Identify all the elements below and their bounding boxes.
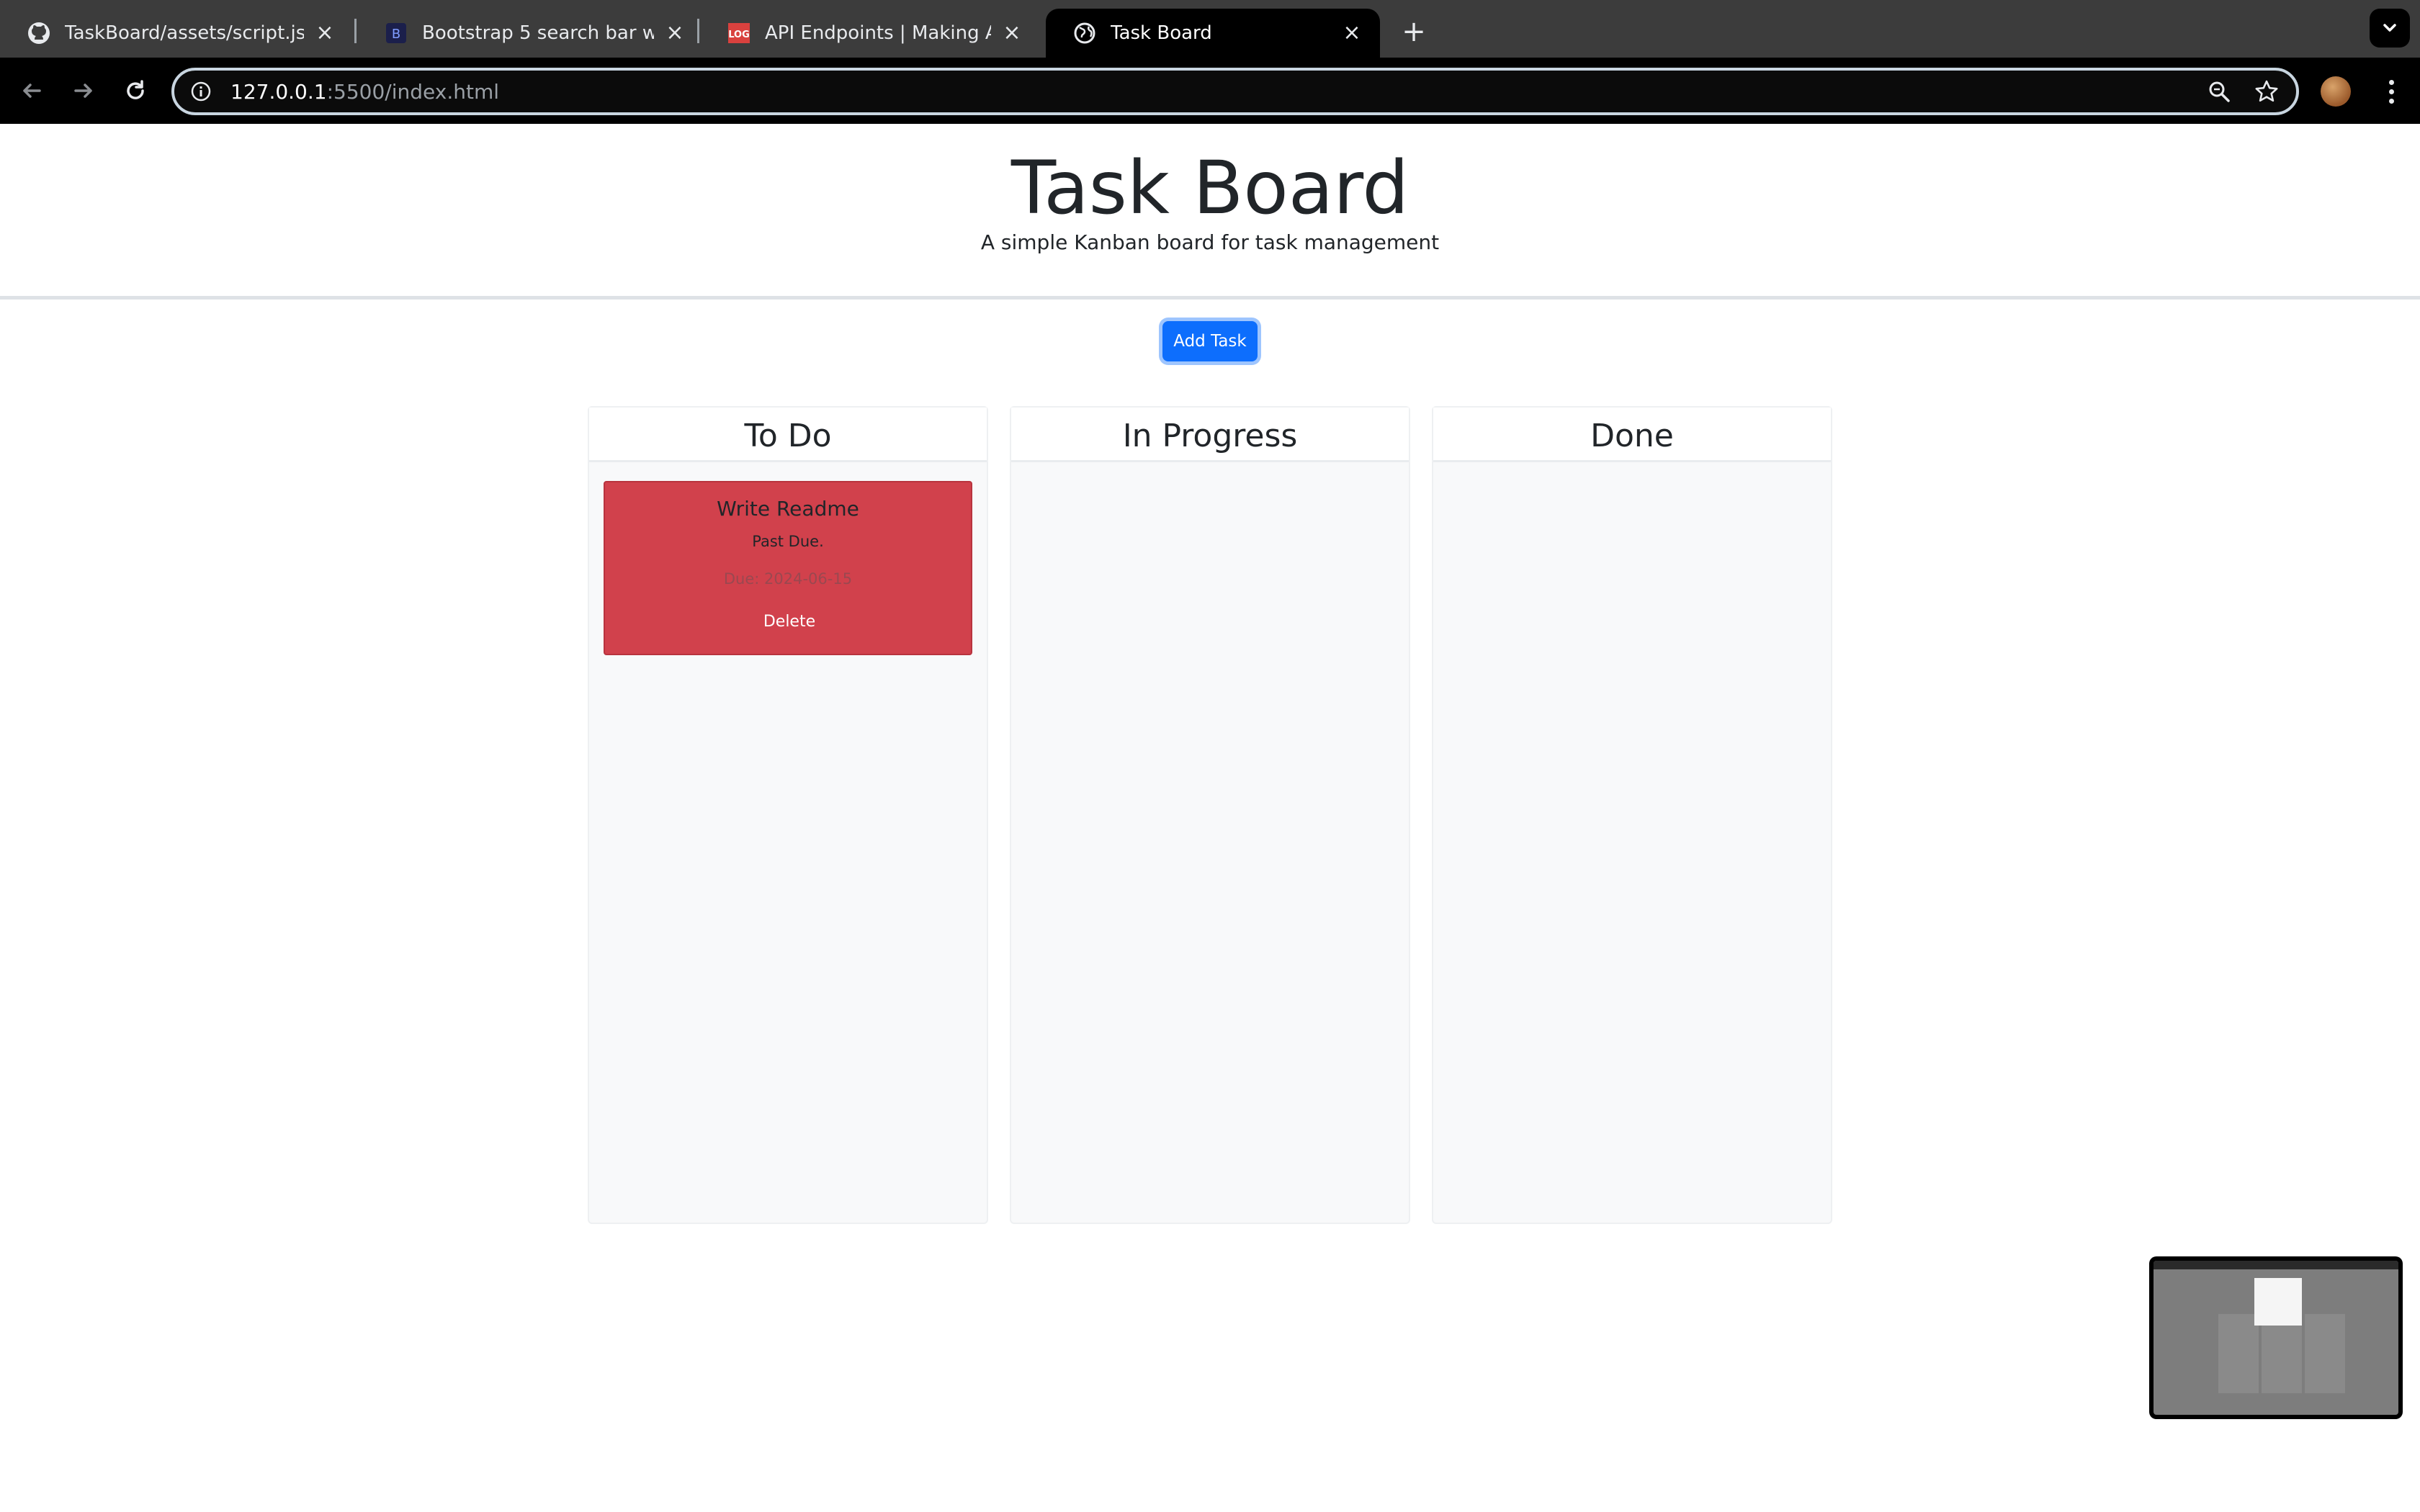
lane-title: In Progress	[1011, 408, 1409, 462]
delete-button[interactable]: Delete	[746, 605, 833, 638]
lane-in-progress[interactable]: In Progress	[1010, 406, 1410, 1224]
lane-title: Done	[1433, 408, 1831, 462]
task-card[interactable]: Write Readme Past Due. Due: 2024-06-15 D…	[604, 481, 972, 655]
close-icon[interactable]: ×	[1341, 22, 1363, 44]
page-viewport: Task Board A simple Kanban board for tas…	[0, 124, 2420, 1512]
github-icon	[27, 22, 50, 45]
arrow-right-icon	[74, 84, 92, 98]
browser-toolbar: 127.0.0.1:5500/index.html	[0, 58, 2420, 124]
star-icon[interactable]	[2254, 79, 2279, 104]
url-text[interactable]: 127.0.0.1:5500/index.html	[230, 80, 499, 104]
back-button[interactable]	[10, 69, 53, 112]
lane-done[interactable]: Done	[1432, 406, 1832, 1224]
svg-text:B: B	[392, 27, 400, 42]
page-title: Task Board	[1010, 145, 1410, 231]
url-path: :5500/index.html	[326, 79, 500, 104]
task-description: Past Due.	[752, 533, 824, 550]
globe-icon	[1073, 22, 1096, 45]
screenshot-thumbnail[interactable]	[2149, 1256, 2403, 1419]
tab-title: TaskBoard/assets/script.js at	[65, 22, 304, 44]
browser-menu-button[interactable]	[2377, 73, 2406, 109]
close-icon[interactable]: ×	[664, 22, 686, 44]
zoom-icon[interactable]	[2207, 79, 2231, 104]
svg-text:LOG: LOG	[728, 30, 750, 40]
lane-todo[interactable]: To Do Write Readme Past Due. Due: 2024-0…	[588, 406, 988, 1224]
tab-title: API Endpoints | Making API R	[765, 22, 991, 44]
avatar[interactable]	[2321, 76, 2351, 107]
arrow-left-icon	[23, 84, 41, 98]
forward-button[interactable]	[62, 69, 105, 112]
tab-search-button[interactable]	[2370, 9, 2410, 48]
add-task-button[interactable]: Add Task	[1162, 321, 1258, 361]
tab-divider	[354, 19, 357, 43]
page-header: Task Board A simple Kanban board for tas…	[0, 124, 2420, 300]
tab-api-endpoints[interactable]: LOG API Endpoints | Making API R ×	[700, 9, 1040, 58]
thumbnail-image	[2154, 1261, 2398, 1415]
address-bar[interactable]: 127.0.0.1:5500/index.html	[171, 68, 2299, 115]
new-tab-button[interactable]: +	[1396, 14, 1432, 50]
tab-task-board[interactable]: Task Board ×	[1046, 9, 1380, 58]
tab-bootstrap[interactable]: B Bootstrap 5 search bar with n ×	[357, 9, 703, 58]
page-subtitle: A simple Kanban board for task managemen…	[980, 230, 1440, 254]
tab-github[interactable]: TaskBoard/assets/script.js at ×	[0, 9, 353, 58]
close-icon[interactable]: ×	[1001, 22, 1023, 44]
bootstrap-icon: B	[385, 22, 408, 45]
tab-divider	[697, 19, 699, 43]
tab-strip: TaskBoard/assets/script.js at × B Bootst…	[0, 0, 2420, 58]
info-icon[interactable]	[190, 81, 212, 102]
tab-title: Bootstrap 5 search bar with n	[422, 22, 654, 44]
url-host: 127.0.0.1	[230, 79, 327, 104]
log-icon: LOG	[727, 22, 750, 45]
tab-title: Task Board	[1111, 22, 1212, 44]
task-due-date: Due: 2024-06-15	[723, 570, 853, 588]
task-title: Write Readme	[717, 497, 859, 521]
lane-title: To Do	[589, 408, 987, 462]
close-icon[interactable]: ×	[314, 22, 336, 44]
reload-button[interactable]	[114, 69, 157, 112]
reload-icon	[127, 80, 144, 99]
chevron-down-icon	[2383, 24, 2396, 32]
